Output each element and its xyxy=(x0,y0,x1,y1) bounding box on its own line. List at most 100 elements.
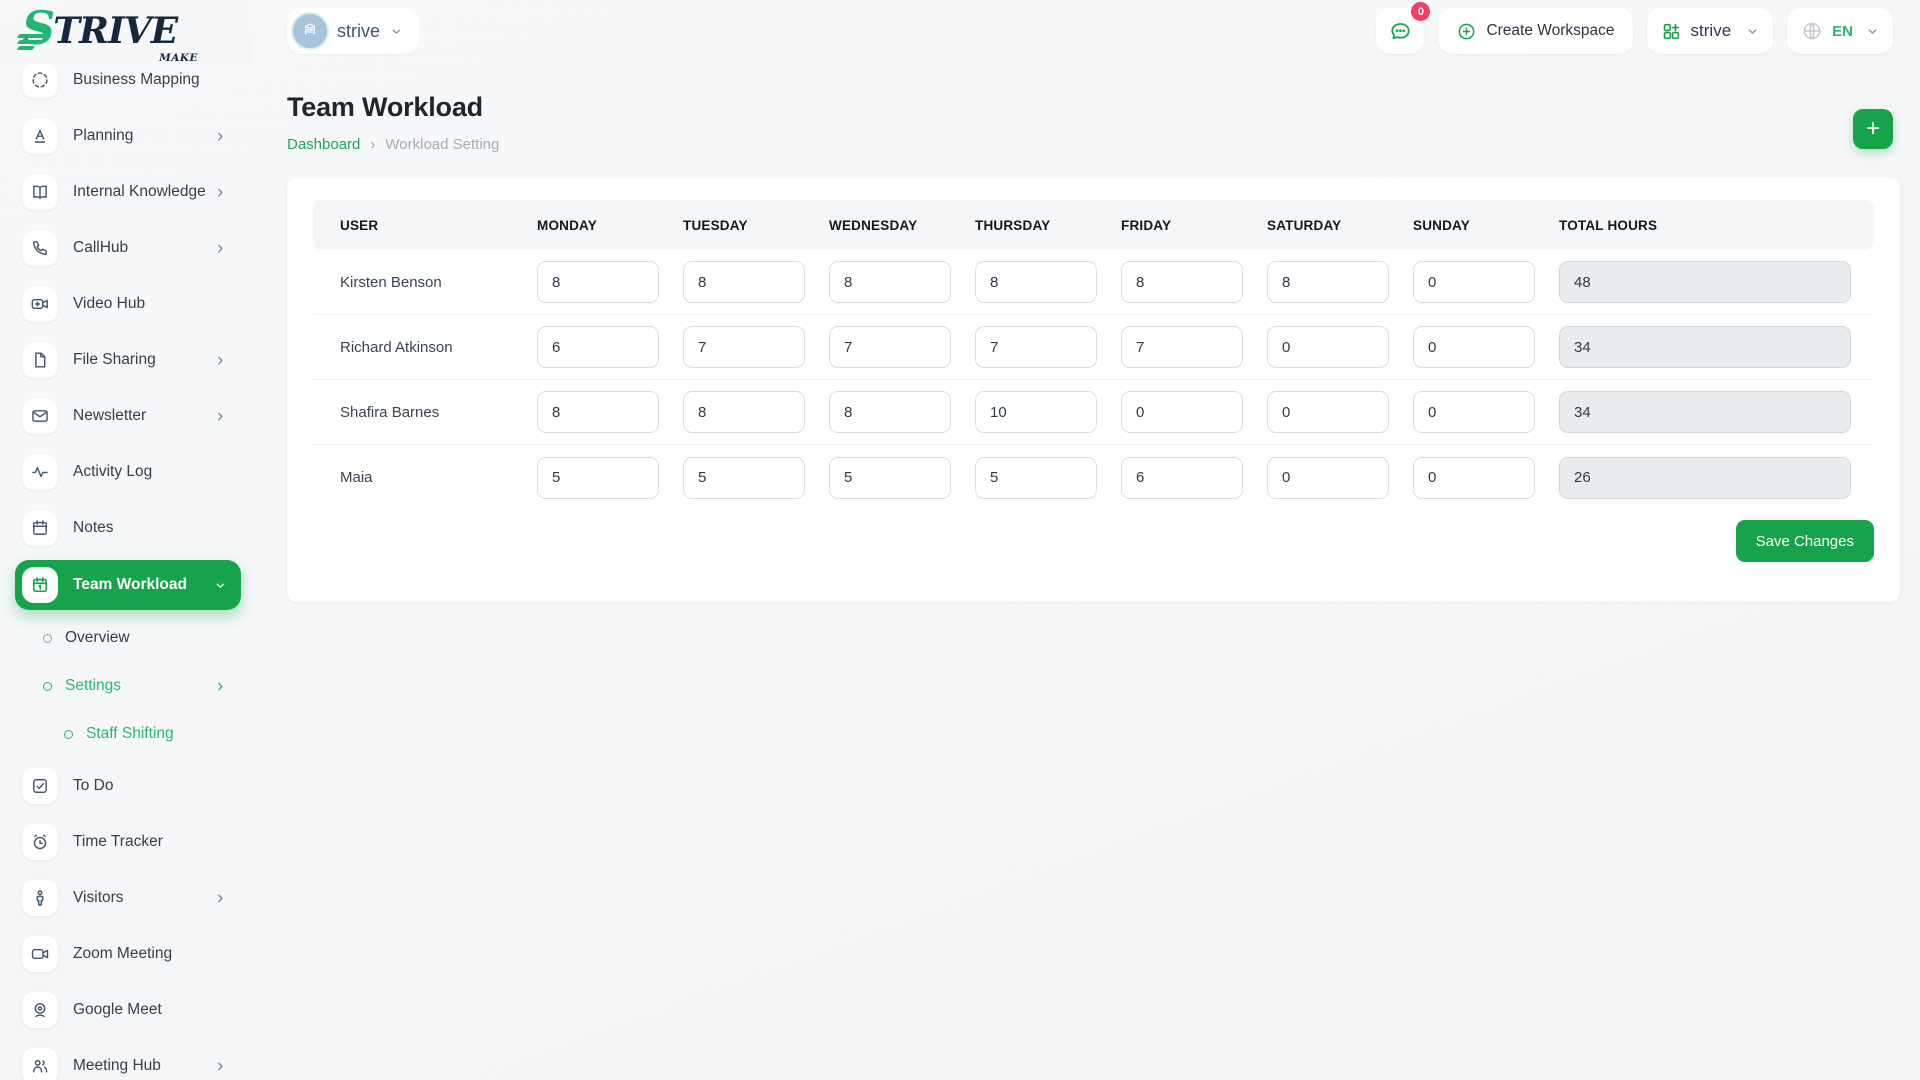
hours-input[interactable] xyxy=(683,391,805,433)
language-selector[interactable]: EN xyxy=(1787,8,1893,54)
hours-input[interactable] xyxy=(1121,391,1243,433)
app-root: Business Mapping Planning Internal Knowl… xyxy=(0,0,1920,1080)
building-icon xyxy=(300,19,320,44)
hours-input[interactable] xyxy=(829,391,951,433)
add-button[interactable]: + xyxy=(1853,109,1893,149)
sidebar-item-activity-log[interactable]: Activity Log xyxy=(15,448,241,496)
save-changes-button[interactable]: Save Changes xyxy=(1736,520,1874,562)
hours-input[interactable] xyxy=(537,457,659,499)
workspace-avatar xyxy=(293,14,327,48)
sidebar-item-meeting-hub[interactable]: Meeting Hub xyxy=(15,1042,241,1080)
user-name: Richard Atkinson xyxy=(313,339,537,356)
sidebar-nav: Business Mapping Planning Internal Knowl… xyxy=(15,56,241,1080)
business-mapping-icon xyxy=(22,62,58,98)
hours-input[interactable] xyxy=(683,261,805,303)
user-name: Shafira Barnes xyxy=(313,404,537,421)
org-name: strive xyxy=(1691,21,1732,41)
hours-input[interactable] xyxy=(537,391,659,433)
chevron-down-icon xyxy=(390,25,403,38)
hours-input[interactable] xyxy=(829,261,951,303)
google-meet-icon xyxy=(22,992,58,1028)
hours-input[interactable] xyxy=(1267,391,1389,433)
create-workspace-label: Create Workspace xyxy=(1486,22,1614,40)
user-name: Kirsten Benson xyxy=(313,274,537,291)
sidebar-item-planning[interactable]: Planning xyxy=(15,112,241,160)
chevron-right-icon xyxy=(214,186,227,199)
globe-icon xyxy=(1801,20,1823,42)
grid-plus-icon xyxy=(1661,21,1682,42)
sidebar-item-time-tracker[interactable]: Time Tracker xyxy=(15,818,241,866)
breadcrumb: Dashboard › Workload Setting xyxy=(287,136,1893,153)
total-hours-input xyxy=(1559,326,1851,368)
bullet-icon xyxy=(43,682,52,691)
hours-input[interactable] xyxy=(683,457,805,499)
total-hours-input xyxy=(1559,391,1851,433)
workload-card: USERMONDAYTUESDAYWEDNESDAYTHURSDAYFRIDAY… xyxy=(287,178,1900,602)
hours-input[interactable] xyxy=(1267,261,1389,303)
hours-input[interactable] xyxy=(537,261,659,303)
hours-input[interactable] xyxy=(1413,457,1535,499)
hours-input[interactable] xyxy=(683,326,805,368)
sidebar-item-team-workload[interactable]: Team Workload xyxy=(15,560,241,610)
page-title: Team Workload xyxy=(287,92,1893,123)
chevron-right-icon xyxy=(214,1060,227,1073)
chat-badge: 0 xyxy=(1411,2,1430,21)
zoom-meeting-icon xyxy=(22,936,58,972)
hours-input[interactable] xyxy=(537,326,659,368)
sidebar-item-google-meet[interactable]: Google Meet xyxy=(15,986,241,1034)
hours-input[interactable] xyxy=(829,457,951,499)
hours-input[interactable] xyxy=(975,391,1097,433)
sidebar-item-callhub[interactable]: CallHub xyxy=(15,224,241,272)
hours-input[interactable] xyxy=(1121,457,1243,499)
create-workspace-button[interactable]: Create Workspace xyxy=(1438,8,1632,54)
sidebar: Business Mapping Planning Internal Knowl… xyxy=(0,0,250,1080)
hours-input[interactable] xyxy=(1267,457,1389,499)
chat-button[interactable]: 0 xyxy=(1376,8,1424,54)
hours-input[interactable] xyxy=(975,326,1097,368)
hours-input[interactable] xyxy=(829,326,951,368)
sidebar-item-staff-shifting[interactable]: Staff Shifting xyxy=(15,714,241,754)
table-row: Maia xyxy=(313,445,1874,510)
sidebar-item-settings[interactable]: Settings xyxy=(15,666,241,706)
hours-input[interactable] xyxy=(1121,261,1243,303)
sidebar-item-notes[interactable]: Notes xyxy=(15,504,241,552)
hours-input[interactable] xyxy=(1121,326,1243,368)
chevron-right-icon xyxy=(214,130,227,143)
brand-logo[interactable]: S TRIVE MAKE xyxy=(22,8,250,66)
callhub-icon xyxy=(22,230,58,266)
sidebar-item-newsletter[interactable]: Newsletter xyxy=(15,392,241,440)
org-switcher[interactable]: strive xyxy=(1647,8,1774,54)
workspace-selector[interactable]: strive xyxy=(287,8,419,54)
hours-input[interactable] xyxy=(1413,261,1535,303)
sidebar-item-to-do[interactable]: To Do xyxy=(15,762,241,810)
hours-input[interactable] xyxy=(975,457,1097,499)
chevron-right-icon xyxy=(214,354,227,367)
column-header: FRIDAY xyxy=(1121,218,1267,233)
hours-input[interactable] xyxy=(1413,326,1535,368)
column-header: USER xyxy=(313,218,537,233)
hours-input[interactable] xyxy=(1413,391,1535,433)
hours-input[interactable] xyxy=(975,261,1097,303)
activity-log-icon xyxy=(22,454,58,490)
internal-knowledge-icon xyxy=(22,174,58,210)
hours-input[interactable] xyxy=(1267,326,1389,368)
column-header: SUNDAY xyxy=(1413,218,1559,233)
sidebar-item-visitors[interactable]: Visitors xyxy=(15,874,241,922)
column-header: TUESDAY xyxy=(683,218,829,233)
breadcrumb-separator: › xyxy=(370,136,375,153)
sidebar-item-video-hub[interactable]: Video Hub xyxy=(15,280,241,328)
sidebar-item-file-sharing[interactable]: File Sharing xyxy=(15,336,241,384)
breadcrumb-dashboard-link[interactable]: Dashboard xyxy=(287,136,360,153)
logo-tagline: MAKE xyxy=(159,52,198,64)
table-row: Shafira Barnes xyxy=(313,380,1874,445)
todo-icon xyxy=(22,768,58,804)
video-hub-icon xyxy=(22,286,58,322)
sidebar-item-overview[interactable]: Overview xyxy=(15,618,241,658)
column-header: THURSDAY xyxy=(975,218,1121,233)
sidebar-item-internal-knowledge[interactable]: Internal Knowledge xyxy=(15,168,241,216)
column-header: MONDAY xyxy=(537,218,683,233)
chat-bubble-icon xyxy=(1388,19,1413,44)
sidebar-item-zoom-meeting[interactable]: Zoom Meeting xyxy=(15,930,241,978)
column-header: WEDNESDAY xyxy=(829,218,975,233)
table-row: Kirsten Benson xyxy=(313,250,1874,315)
